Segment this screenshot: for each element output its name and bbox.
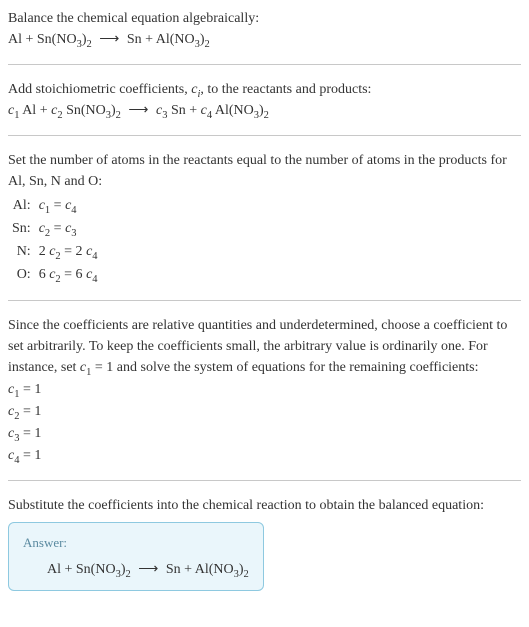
eq-part: = 6 [61,267,86,282]
answer-label: Answer: [23,533,249,553]
atom-equation: c1 = c4 [35,194,102,217]
atom-equation: c2 = c3 [35,217,102,240]
eq-part: Al + Sn(NO [8,32,77,47]
equation-with-coeffs: c1 Al + c2 Sn(NO3)2 ⟶ c3 Sn + c4 Al(NO3)… [8,100,521,121]
atom-label: N: [8,240,35,263]
section-atom-balance: Set the number of atoms in the reactants… [8,150,521,286]
balanced-equation: Al + Sn(NO3)2 ⟶ Sn + Al(NO3)2 [23,559,249,580]
eq-part: = 1 [19,448,41,463]
instruction-text: Since the coefficients are relative quan… [8,315,521,378]
equation-unbalanced: Al + Sn(NO3)2 ⟶ Sn + Al(NO3)2 [8,29,521,50]
divider [8,300,521,301]
divider [8,480,521,481]
eq-part: = 1 [19,426,41,441]
instruction-text: Set the number of atoms in the reactants… [8,150,521,192]
eq-part: Sn(NO [63,103,106,118]
eq-part: = 1 [19,382,41,397]
coeff-solution: c3 = 1 [8,423,521,444]
table-row: Al: c1 = c4 [8,194,102,217]
subscript: 2 [126,568,131,579]
atom-equation: 6 c2 = 6 c4 [35,263,102,286]
subscript: 3 [71,228,76,239]
instruction-text: Balance the chemical equation algebraica… [8,8,521,29]
coeff-solution: c2 = 1 [8,401,521,422]
atom-label: Al: [8,194,35,217]
section-answer: Substitute the coefficients into the che… [8,495,521,591]
eq-part: = [50,221,65,236]
subscript: 2 [205,39,210,50]
answer-box: Answer: Al + Sn(NO3)2 ⟶ Sn + Al(NO3)2 [8,522,264,591]
section-stoichiometric: Add stoichiometric coefficients, ci, to … [8,79,521,121]
eq-part: Sn + Al(NO [166,562,234,577]
coeff-solution: c4 = 1 [8,445,521,466]
section-balance: Balance the chemical equation algebraica… [8,8,521,50]
subscript: 2 [264,110,269,121]
arrow-icon: ⟶ [124,103,152,118]
arrow-icon: ⟶ [134,562,162,577]
eq-part: = 2 [61,244,86,259]
instruction-text: Substitute the coefficients into the che… [8,495,521,516]
subscript: 2 [116,110,121,121]
table-row: N: 2 c2 = 2 c4 [8,240,102,263]
atom-label: Sn: [8,217,35,240]
eq-part: Sn + [167,103,200,118]
divider [8,64,521,65]
eq-part: Sn + Al(NO [127,32,195,47]
text-part: , to the reactants and products: [200,82,371,97]
section-solve: Since the coefficients are relative quan… [8,315,521,466]
subscript: 4 [92,274,97,285]
atom-balance-table: Al: c1 = c4 Sn: c2 = c3 N: 2 c2 = 2 c4 O… [8,194,102,286]
text-part: Add stoichiometric coefficients, [8,82,191,97]
table-row: Sn: c2 = c3 [8,217,102,240]
subscript: 4 [71,205,76,216]
text-part: = 1 and solve the system of equations fo… [91,360,478,375]
eq-part: Al + Sn(NO [47,562,116,577]
eq-part: 6 [39,267,50,282]
subscript: 2 [244,568,249,579]
arrow-icon: ⟶ [95,32,123,47]
table-row: O: 6 c2 = 6 c4 [8,263,102,286]
divider [8,135,521,136]
eq-part: = [50,198,65,213]
eq-part: Al + [19,103,51,118]
coeff-solution: c1 = 1 [8,379,521,400]
subscript: 4 [92,251,97,262]
atom-label: O: [8,263,35,286]
eq-part: Al(NO [212,103,254,118]
atom-equation: 2 c2 = 2 c4 [35,240,102,263]
subscript: 2 [87,39,92,50]
eq-part: = 1 [19,404,41,419]
instruction-text: Add stoichiometric coefficients, ci, to … [8,79,521,100]
eq-part: 2 [39,244,50,259]
